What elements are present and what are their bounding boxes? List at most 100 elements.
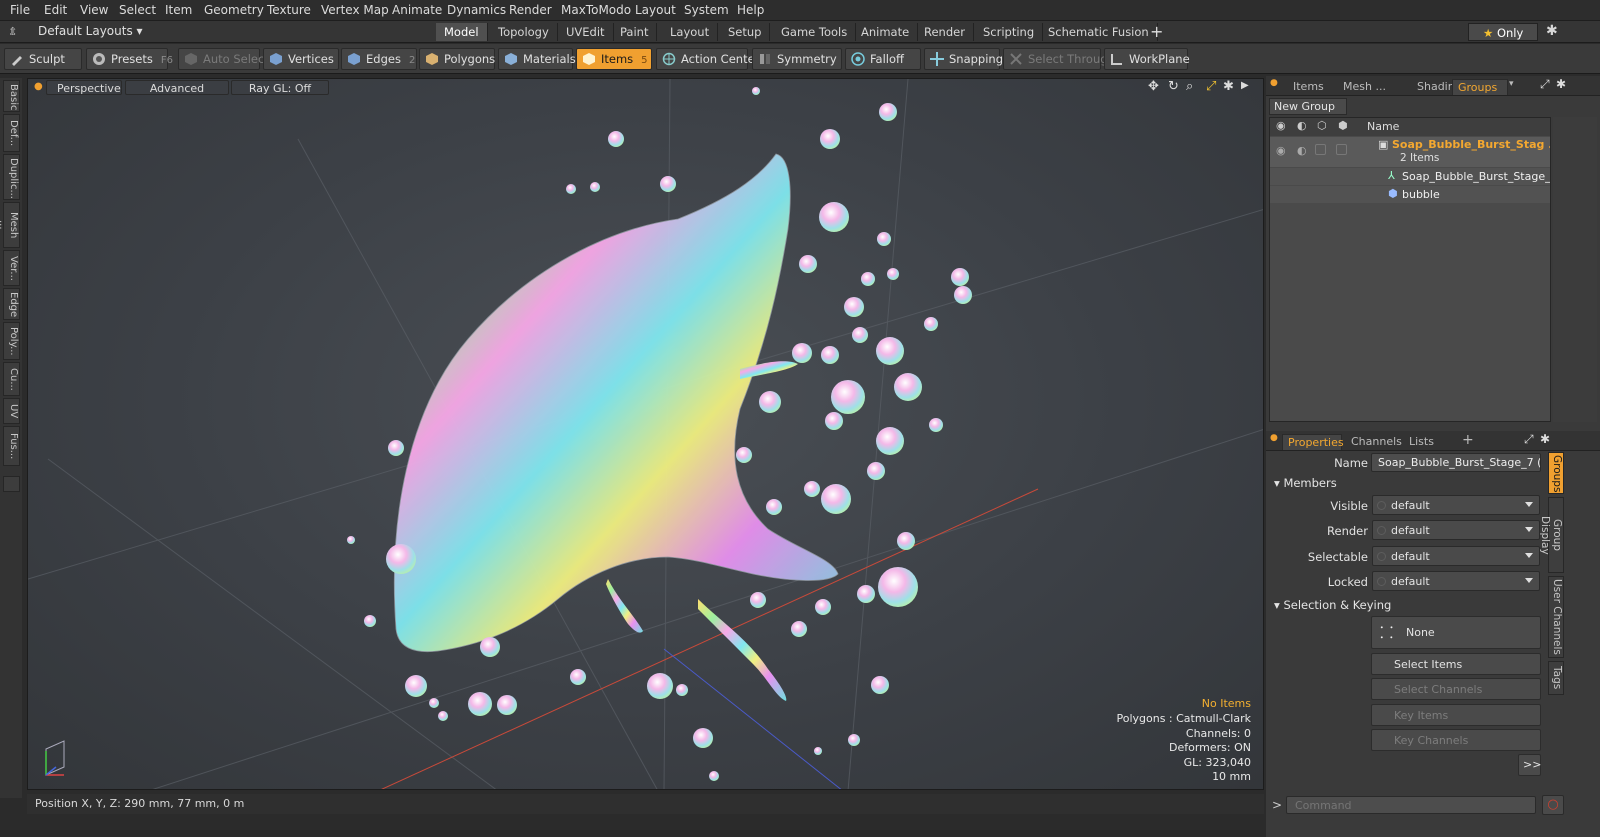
tab-scripting[interactable]: Scripting xyxy=(975,23,1044,41)
left-tab-basic[interactable]: Basic xyxy=(3,80,20,112)
new-group-button[interactable]: New Group xyxy=(1269,98,1347,115)
layout-selector[interactable]: Default Layouts ▾ xyxy=(38,24,143,38)
layout-collapse-icon[interactable]: ⇭ xyxy=(8,25,17,38)
3d-viewport[interactable]: ● Perspective Advanced Ray GL: Off ✥ ↻ ⌕… xyxy=(27,78,1264,790)
left-tab-polygon[interactable]: Poly... xyxy=(3,322,20,360)
name-field[interactable]: Soap_Bubble_Burst_Stage_7 (2) xyxy=(1371,453,1541,472)
tab-properties[interactable]: Properties xyxy=(1282,434,1344,450)
tab-channels[interactable]: Channels xyxy=(1346,434,1407,449)
auto-select-button[interactable]: Auto Select xyxy=(178,48,269,70)
tab-groups[interactable]: Groups xyxy=(1452,79,1508,95)
menu-dynamics[interactable]: Dynamics xyxy=(447,3,506,17)
groups-list-scrollbar[interactable] xyxy=(1553,117,1597,422)
lock-icon[interactable]: ⬢ xyxy=(1338,119,1348,132)
menu-system[interactable]: System xyxy=(684,3,729,17)
gear-icon[interactable]: ✱ xyxy=(1546,23,1558,39)
viewport-menu-icon[interactable]: ● xyxy=(34,81,43,92)
select-through-button[interactable]: Select Through xyxy=(1003,48,1115,70)
shading-button[interactable]: Advanced xyxy=(125,80,229,95)
panel-maximize-icon[interactable]: ⤢ xyxy=(1524,432,1534,447)
raygl-button[interactable]: Ray GL: Off xyxy=(231,80,329,95)
left-tab-curve[interactable]: Cu... xyxy=(3,362,20,396)
locked-dropdown[interactable]: default xyxy=(1372,571,1540,591)
left-tab-uv[interactable]: UV xyxy=(3,398,20,424)
polygons-button[interactable]: Polygons xyxy=(419,48,495,70)
key-channels-button[interactable]: Key Channels xyxy=(1371,729,1541,751)
select-items-button[interactable]: Select Items xyxy=(1371,653,1541,675)
vertices-button[interactable]: Vertices1 xyxy=(263,48,348,70)
group-row[interactable]: ◉ ◐ ▣ Soap_Bubble_Burst_Stag ... 2 Items xyxy=(1270,137,1550,167)
side-tab-groups[interactable]: Groups xyxy=(1548,452,1564,494)
render-icon[interactable]: ◐ xyxy=(1297,144,1307,157)
select-channels-button[interactable]: Select Channels xyxy=(1371,678,1541,700)
workplane-button[interactable]: WorkPlane xyxy=(1104,48,1190,70)
menu-animate[interactable]: Animate xyxy=(392,3,442,17)
selectable-checkbox[interactable] xyxy=(1315,144,1326,155)
edges-button[interactable]: Edges 2 xyxy=(341,48,417,70)
panel-settings-icon[interactable]: ✱ xyxy=(1540,432,1550,446)
tab-model[interactable]: Model xyxy=(436,23,488,41)
viewport-expand-icon[interactable]: ▶ xyxy=(1241,80,1249,91)
group-member-row[interactable]: ⅄ Soap_Bubble_Burst_Stage_7 xyxy=(1270,168,1550,185)
tab-animate[interactable]: Animate xyxy=(853,23,919,41)
snapping-button[interactable]: Snapping xyxy=(924,48,1003,70)
maximize-icon[interactable]: ⤢ xyxy=(1206,79,1216,94)
group-member-row[interactable]: ⬢ bubble xyxy=(1270,186,1550,203)
left-tab-vertex[interactable]: Ver... xyxy=(3,250,20,286)
tab-schematic-fusion[interactable]: Schematic Fusion xyxy=(1040,23,1158,41)
left-tab-mesh[interactable]: Mesh ... xyxy=(0,202,20,248)
render-icon[interactable]: ◐ xyxy=(1297,119,1307,132)
side-tab-tags[interactable]: Tags xyxy=(1548,661,1564,695)
materials-button[interactable]: Materials xyxy=(498,48,576,70)
panel-settings-icon[interactable]: ✱ xyxy=(1556,77,1566,91)
add-tab-icon[interactable]: + xyxy=(1150,22,1163,41)
presets-button[interactable]: Presets F6 xyxy=(86,48,173,70)
tab-topology[interactable]: Topology xyxy=(490,23,558,41)
selection-keying-section[interactable]: ▾ Selection & Keying xyxy=(1274,598,1391,612)
left-tab-duplicate[interactable]: Duplic... xyxy=(3,154,20,200)
falloff-button[interactable]: Falloff xyxy=(845,48,921,70)
left-tab-edge[interactable]: Edge xyxy=(3,288,20,320)
panel-menu-icon[interactable]: ● xyxy=(1270,433,1278,443)
lock-checkbox[interactable] xyxy=(1336,144,1347,155)
view-mode-button[interactable]: Perspective xyxy=(46,80,122,95)
menu-view[interactable]: View xyxy=(80,3,108,17)
menu-layout[interactable]: Layout xyxy=(635,3,676,17)
action-center-button[interactable]: Action Center xyxy=(656,48,759,70)
command-input[interactable] xyxy=(1286,796,1536,814)
none-button[interactable]: ⸬ None xyxy=(1371,616,1541,649)
visibility-icon[interactable]: ◉ xyxy=(1276,119,1286,132)
record-icon[interactable]: ○ xyxy=(1542,795,1564,815)
tab-mesh[interactable]: Mesh ... xyxy=(1338,79,1391,94)
side-tab-group-display[interactable]: Group Display xyxy=(1539,497,1564,573)
tab-items[interactable]: Items xyxy=(1288,79,1329,94)
pan-icon[interactable]: ✥ xyxy=(1148,79,1159,94)
tab-layout[interactable]: Layout xyxy=(662,23,719,41)
tab-paint[interactable]: Paint xyxy=(612,23,658,41)
sculpt-button[interactable]: Sculpt xyxy=(4,48,82,70)
selectable-icon[interactable]: ⬡ xyxy=(1317,119,1327,132)
tab-setup[interactable]: Setup xyxy=(720,23,771,41)
only-toggle[interactable]: ★ Only xyxy=(1468,23,1538,41)
tab-game-tools[interactable]: Game Tools xyxy=(773,23,857,41)
visibility-icon[interactable]: ◉ xyxy=(1276,144,1286,157)
tab-uvedit[interactable]: UVEdit xyxy=(558,23,614,41)
side-tab-user-channels[interactable]: User Channels xyxy=(1548,576,1564,658)
menu-select[interactable]: Select xyxy=(119,3,156,17)
selectable-dropdown[interactable]: default xyxy=(1372,546,1540,566)
viewport-settings-icon[interactable]: ✱ xyxy=(1223,79,1234,94)
items-button[interactable]: Items 5 xyxy=(576,48,652,70)
menu-geometry[interactable]: Geometry xyxy=(204,3,264,17)
left-tab-fusion[interactable]: Fus... xyxy=(3,426,20,466)
zoom-icon[interactable]: ⌕ xyxy=(1186,79,1193,94)
menu-edit[interactable]: Edit xyxy=(44,3,67,17)
symmetry-button[interactable]: Symmetry xyxy=(752,48,842,70)
panel-menu-icon[interactable]: ● xyxy=(1270,78,1278,88)
tabs-dropdown-icon[interactable]: ▾ xyxy=(1509,79,1514,89)
menu-help[interactable]: Help xyxy=(737,3,764,17)
tab-lists[interactable]: Lists xyxy=(1404,434,1439,449)
left-tab-deform[interactable]: Def... xyxy=(3,114,20,152)
menu-file[interactable]: File xyxy=(10,3,30,17)
more-button[interactable]: >> xyxy=(1518,754,1541,776)
render-dropdown[interactable]: default xyxy=(1372,520,1540,540)
